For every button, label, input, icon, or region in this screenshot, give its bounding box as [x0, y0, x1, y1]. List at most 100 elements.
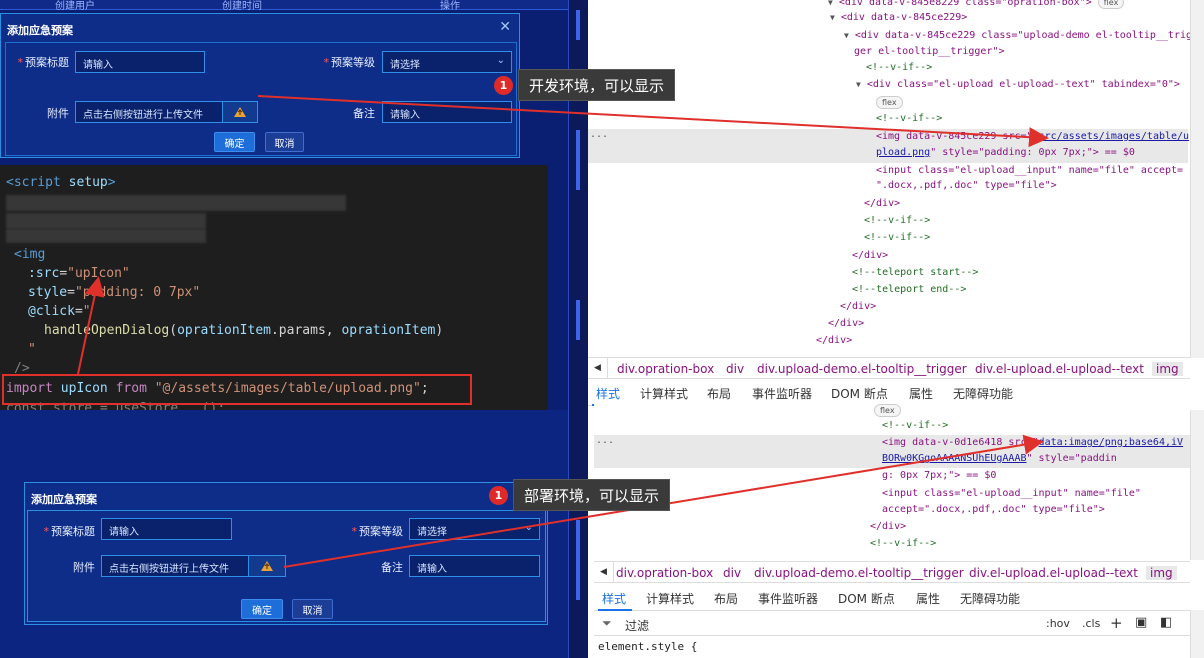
dom-node-cont: ".docx,.pdf,.doc" type="file"> — [876, 180, 1057, 191]
tab-accessibility[interactable]: 无障碍功能 — [960, 590, 1020, 607]
remark-input[interactable]: 请输入 — [409, 555, 540, 577]
code-line: <img — [14, 247, 46, 262]
callout-badge: 1 — [494, 76, 513, 95]
breadcrumb-item[interactable]: div — [726, 362, 744, 376]
breadcrumb: ◀ div.opration-box div div.upload-demo.e… — [588, 357, 1190, 379]
code-line: style="padding: 0 7px" — [28, 285, 201, 300]
cancel-button[interactable]: 取消 — [265, 132, 304, 152]
dom-comment[interactable]: <!--v-if--> — [864, 215, 930, 226]
attach-label: 附件 — [73, 561, 95, 574]
tab-properties[interactable]: 属性 — [916, 590, 940, 607]
title-input[interactable]: 请输入 — [101, 518, 232, 540]
devtools-elements-top[interactable]: ▼ <div data-v-845e8229 class="opration-b… — [588, 0, 1204, 358]
dom-node[interactable]: </div> — [816, 335, 852, 346]
breadcrumb-item[interactable]: div.el-upload.el-upload--text — [975, 362, 1144, 376]
confirm-button[interactable]: 确定 — [214, 132, 255, 152]
devtools-elements-bottom[interactable]: flex <!--v-if--> ... <img data-v-0d1e641… — [594, 400, 1190, 560]
chevron-down-icon: ⌄ — [496, 55, 505, 66]
code-line: handleOpenDialog(oprationItem.params, op… — [44, 323, 444, 338]
redacted-code — [6, 195, 346, 211]
attach-input[interactable]: 点击右侧按钮进行上传文件 — [101, 555, 249, 577]
chevron-down-icon: ⌄ — [524, 522, 533, 533]
tab-styles[interactable]: 样式 — [602, 590, 626, 607]
dom-comment[interactable]: <!--teleport start--> — [852, 267, 978, 278]
column-header: 创建用户 — [55, 1, 95, 12]
table-header-strip: 创建用户 创建时间 操作 — [0, 0, 568, 12]
code-line: <script setup> — [6, 175, 116, 190]
breadcrumb-item[interactable]: div.el-upload.el-upload--text — [969, 566, 1138, 580]
styles-tabs: 样式 计算样式 布局 事件监听器 DOM 断点 属性 无障碍功能 — [594, 585, 1190, 611]
tab-computed[interactable]: 计算样式 — [646, 590, 694, 607]
dom-node-cont: accept=".docx,.pdf,.doc" type="file"> — [882, 504, 1105, 515]
dialog-prod: 添加应急预案 * 预案标题 请输入 * 预案等级 请选择 ⌄ 附件 点击右侧按钮进行上… — [24, 482, 548, 625]
dom-node-cont: ger el-tooltip__trigger"> — [854, 46, 1005, 57]
dom-node[interactable]: <input class="el-upload__input" name="fi… — [876, 165, 1183, 176]
remark-label: 备注 — [381, 561, 403, 574]
dom-node[interactable]: </div> — [840, 301, 876, 312]
dom-comment[interactable]: <!--v-if--> — [870, 538, 936, 549]
dom-node-selected[interactable]: ... <img data-v-845ce229 src="/src/asset… — [588, 129, 1189, 163]
filter-input[interactable]: 过滤 — [625, 617, 649, 634]
dom-comment[interactable]: <!--teleport end--> — [852, 284, 966, 295]
breadcrumb-item[interactable]: div.upload-demo.el-tooltip__trigger — [754, 566, 964, 580]
code-line: @click=" — [28, 304, 91, 319]
cls-toggle[interactable]: .cls — [1082, 617, 1100, 630]
highlight-box — [2, 374, 472, 405]
paint-icon[interactable]: ▣ — [1135, 615, 1147, 630]
dom-comment[interactable]: <!--v-if--> — [864, 232, 930, 243]
styles-pane: element.style { — [594, 638, 1190, 658]
dom-node-selected[interactable]: ... <img data-v-0d1e6418 src="data:image… — [594, 435, 1190, 468]
dialog-dev: 添加应急预案 ✕ * 预案标题 请输入 * 预案等级 请选择 ⌄ 附件 点击右侧按钮进… — [0, 13, 520, 158]
tab-dom-breakpoints[interactable]: DOM 断点 — [838, 590, 895, 607]
breadcrumb-item-selected[interactable]: img — [1146, 566, 1177, 580]
dom-node[interactable]: </div> — [828, 318, 864, 329]
level-label: * 预案等级 — [351, 525, 404, 538]
level-select[interactable]: 请选择 ⌄ — [382, 51, 512, 73]
devtools-scrollbar[interactable] — [1190, 0, 1204, 358]
dom-node[interactable]: </div> — [864, 198, 900, 209]
breadcrumb-item[interactable]: div — [723, 566, 741, 580]
upload-button[interactable] — [222, 101, 258, 123]
confirm-button[interactable]: 确定 — [241, 599, 283, 619]
dom-node-badge: flex — [874, 404, 901, 417]
add-rule-icon[interactable]: + — [1110, 614, 1123, 632]
dom-node[interactable]: </div> — [852, 250, 888, 261]
breadcrumb-item[interactable]: div.opration-box — [616, 566, 713, 580]
dom-comment[interactable]: <!--v-if--> — [882, 420, 948, 431]
remark-input[interactable]: 请输入 — [382, 101, 512, 123]
sidebar-toggle-icon[interactable]: ◧ — [1160, 615, 1172, 630]
cancel-button[interactable]: 取消 — [292, 599, 333, 619]
element-style-rule[interactable]: element.style { — [598, 640, 697, 653]
chevron-left-icon[interactable]: ◀ — [588, 358, 608, 378]
chevron-left-icon[interactable]: ◀ — [594, 562, 614, 582]
dom-comment[interactable]: <!--v-if--> — [866, 62, 932, 73]
breadcrumb-item[interactable]: div.upload-demo.el-tooltip__trigger — [757, 362, 967, 376]
dom-node[interactable]: ▼ <div data-v-845ce229> — [830, 12, 967, 23]
redacted-code — [6, 229, 206, 243]
attach-label: 附件 — [47, 107, 69, 120]
attach-input[interactable]: 点击右侧按钮进行上传文件 — [75, 101, 223, 123]
dom-comment[interactable]: <!--v-if--> — [876, 113, 942, 124]
devtools-scrollbar[interactable] — [1190, 410, 1204, 560]
hov-toggle[interactable]: :hov — [1046, 617, 1070, 630]
dom-node[interactable]: <input class="el-upload__input" name="fi… — [882, 488, 1141, 499]
level-select[interactable]: 请选择 ⌄ — [409, 518, 540, 540]
level-label: * 预案等级 — [323, 56, 376, 69]
dom-node[interactable]: ▼ <div data-v-845ce229 class="upload-dem… — [844, 30, 1192, 41]
breadcrumb-item[interactable]: div.opration-box — [617, 362, 714, 376]
upload-button[interactable] — [248, 555, 286, 577]
dom-node[interactable]: </div> — [870, 521, 906, 532]
tab-layout[interactable]: 布局 — [714, 590, 738, 607]
breadcrumb-item-selected[interactable]: img — [1152, 362, 1183, 376]
tab-event-listeners[interactable]: 事件监听器 — [758, 590, 818, 607]
close-icon[interactable]: ✕ — [499, 19, 511, 35]
dialog-title: 添加应急预案 — [31, 493, 97, 506]
dom-node[interactable]: ▼ <div data-v-845e8229 class="opration-b… — [828, 0, 1125, 9]
dom-node[interactable]: ▼ <div class="el-upload el-upload--text"… — [856, 79, 1180, 90]
callout-dev: 开发环境，可以显示 — [518, 69, 676, 101]
column-header: 操作 — [440, 1, 460, 12]
dialog-title: 添加应急预案 — [7, 24, 73, 37]
upload-icon — [234, 107, 246, 117]
title-input[interactable]: 请输入 — [75, 51, 205, 73]
styles-scrollbar[interactable] — [1190, 610, 1204, 658]
